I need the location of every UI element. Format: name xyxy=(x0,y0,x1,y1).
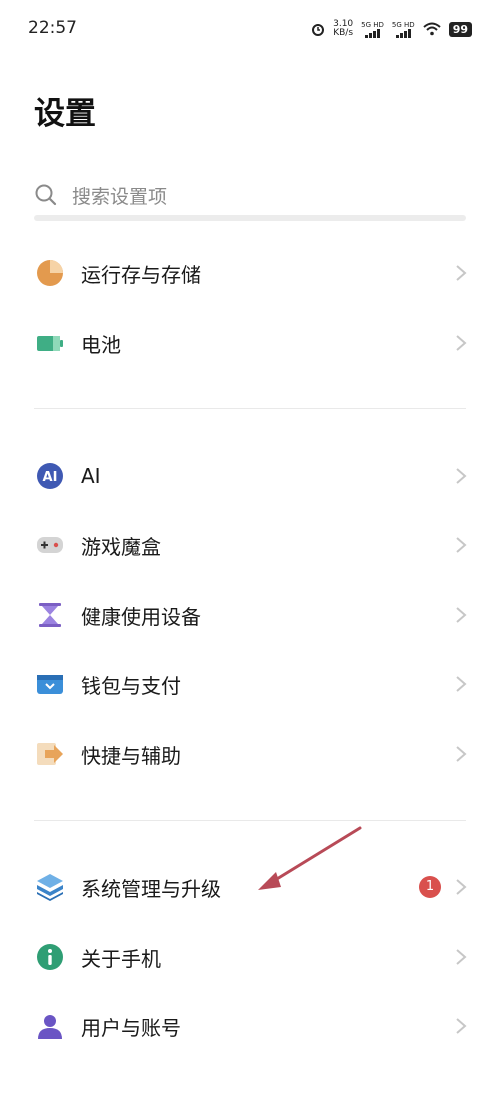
settings-item-game-box[interactable]: 游戏魔盒 xyxy=(0,513,500,577)
status-bar: 22:57 3.10 KB/s 5G HD 5G HD 99 xyxy=(0,0,500,60)
settings-item-wallet-payment[interactable]: 钱包与支付 xyxy=(0,652,500,716)
hourglass-icon xyxy=(39,603,61,627)
status-time: 22:57 xyxy=(28,18,77,38)
update-badge: 1 xyxy=(419,876,441,898)
chevron-right-icon xyxy=(456,879,467,895)
sim2-label: 5G HD xyxy=(391,20,415,29)
signal-bars-icon xyxy=(365,28,381,38)
signal-sim1: 5G HD xyxy=(361,21,384,38)
section-divider xyxy=(34,408,466,409)
settings-item-label: 游戏魔盒 xyxy=(81,534,161,559)
settings-item-ai[interactable]: AI AI xyxy=(0,444,500,508)
chevron-right-icon xyxy=(456,746,467,762)
wallet-icon xyxy=(37,675,63,694)
settings-item-battery[interactable]: 电池 xyxy=(0,311,500,375)
ai-icon: AI xyxy=(37,463,63,489)
settings-item-label: 健康使用设备 xyxy=(81,604,201,629)
settings-item-label: 关于手机 xyxy=(81,946,161,971)
network-speed: 3.10 KB/s xyxy=(333,20,353,38)
settings-item-label: 钱包与支付 xyxy=(81,673,181,698)
battery-icon xyxy=(37,336,63,351)
svg-text:AI: AI xyxy=(43,470,58,485)
chevron-right-icon xyxy=(456,607,467,623)
chevron-right-icon xyxy=(456,949,467,965)
page-title: 设置 xyxy=(34,96,96,132)
chevron-right-icon xyxy=(456,537,467,553)
settings-item-ram-storage[interactable]: 运行存与存储 xyxy=(0,241,500,305)
settings-item-shortcuts-accessibility[interactable]: 快捷与辅助 xyxy=(0,722,500,786)
status-icons: 3.10 KB/s 5G HD 5G HD 99 xyxy=(311,20,472,38)
search-divider xyxy=(34,215,466,221)
settings-item-label: AI xyxy=(81,464,101,488)
settings-item-label: 系统管理与升级 xyxy=(81,876,221,901)
search-bar[interactable]: 搜索设置项 xyxy=(34,172,466,218)
settings-item-users-accounts[interactable]: 用户与账号 xyxy=(0,994,500,1058)
signal-sim2: 5G HD xyxy=(392,21,415,38)
chevron-right-icon xyxy=(456,676,467,692)
chevron-right-icon xyxy=(456,265,467,281)
pie-chart-icon xyxy=(37,260,63,286)
chevron-right-icon xyxy=(456,335,467,351)
layers-icon xyxy=(37,874,63,901)
info-icon xyxy=(37,944,63,970)
settings-item-label: 运行存与存储 xyxy=(81,262,201,287)
user-icon xyxy=(38,1015,62,1039)
gamepad-icon xyxy=(37,537,63,553)
settings-item-label: 电池 xyxy=(81,332,121,357)
alarm-icon xyxy=(312,24,325,36)
signal-bars-icon xyxy=(395,28,411,38)
settings-item-label: 用户与账号 xyxy=(81,1015,181,1040)
network-speed-unit: KB/s xyxy=(333,28,354,38)
search-icon xyxy=(35,184,57,206)
search-placeholder: 搜索设置项 xyxy=(72,185,168,208)
settings-item-about-phone[interactable]: 关于手机 xyxy=(0,925,500,989)
settings-item-label: 快捷与辅助 xyxy=(81,743,181,768)
settings-item-healthy-usage[interactable]: 健康使用设备 xyxy=(0,583,500,647)
battery-level: 99 xyxy=(448,21,472,37)
sim1-label: 5G HD xyxy=(361,20,384,29)
chevron-right-icon xyxy=(456,1018,467,1034)
wifi-icon xyxy=(423,22,441,36)
shortcut-icon xyxy=(37,743,63,765)
annotation-arrow-icon xyxy=(258,826,362,890)
chevron-right-icon xyxy=(456,468,467,484)
